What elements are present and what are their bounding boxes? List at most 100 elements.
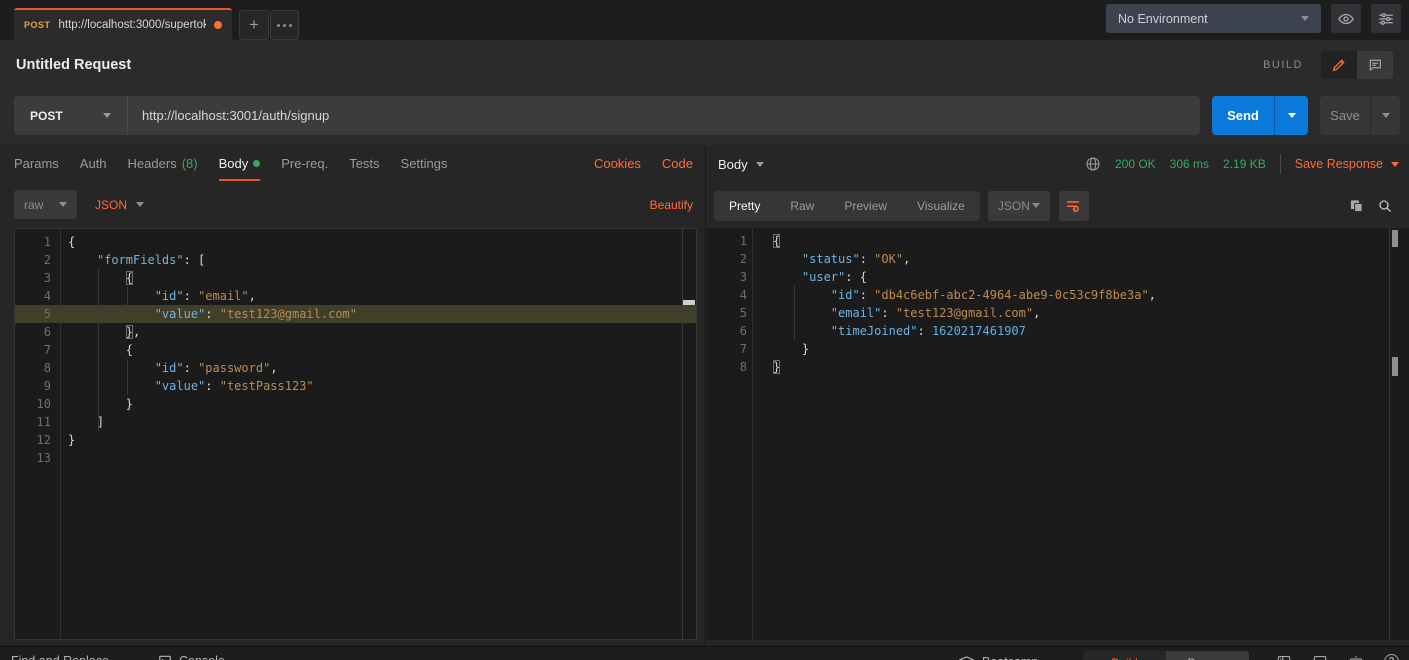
- view-visualize[interactable]: Visualize: [902, 191, 980, 221]
- code-text: "id": "email",: [59, 287, 256, 305]
- scrollbar-thumb[interactable]: [1392, 230, 1398, 247]
- cookies-link[interactable]: Cookies: [594, 156, 641, 171]
- request-title[interactable]: Untitled Request: [16, 57, 131, 73]
- comment-mode-button[interactable]: [1357, 51, 1393, 79]
- save-response-dropdown[interactable]: Save Response: [1295, 157, 1399, 171]
- body-language-dropdown[interactable]: JSON: [95, 198, 144, 212]
- sliders-icon: [1377, 10, 1395, 28]
- response-view-toolbar: Pretty Raw Preview Visualize JSON: [706, 183, 1409, 228]
- cursor-line-marker: [683, 300, 695, 305]
- tab-options-button[interactable]: [270, 10, 299, 40]
- view-raw[interactable]: Raw: [775, 191, 829, 221]
- line-number: 2: [707, 250, 753, 268]
- shortcuts-button[interactable]: [1348, 654, 1364, 660]
- code-line[interactable]: 10 }: [15, 395, 696, 413]
- tab-params[interactable]: Params: [14, 145, 59, 181]
- tab-settings[interactable]: Settings: [401, 145, 448, 181]
- request-body-editor[interactable]: 1{2 "formFields": [3 {4 "id": "email",5 …: [14, 228, 697, 640]
- network-globe-icon[interactable]: [1085, 156, 1101, 172]
- environment-quick-look-button[interactable]: [1331, 4, 1361, 33]
- indent-guide: [127, 287, 128, 323]
- wrap-lines-icon: [1065, 197, 1082, 214]
- send-button-group: Send: [1212, 96, 1308, 135]
- code-line[interactable]: 13: [15, 449, 696, 467]
- editor-scrollbar[interactable]: [682, 229, 696, 639]
- code-line[interactable]: 3 {: [15, 269, 696, 287]
- find-and-replace-button[interactable]: Find and Replace: [11, 654, 109, 660]
- line-number: 7: [15, 341, 59, 359]
- code-text: "id": "password",: [59, 359, 278, 377]
- response-size-badge[interactable]: 2.19 KB: [1223, 157, 1266, 171]
- request-tab[interactable]: POST http://localhost:3000/supertok...: [14, 8, 232, 40]
- code-line[interactable]: 5 "value": "test123@gmail.com": [15, 305, 696, 323]
- view-pretty[interactable]: Pretty: [714, 191, 775, 221]
- body-mode-dropdown[interactable]: raw: [14, 190, 77, 219]
- status-code-badge[interactable]: 200 OK: [1115, 157, 1156, 171]
- search-response-icon[interactable]: [1377, 198, 1393, 214]
- code-line[interactable]: 1{: [707, 232, 1409, 250]
- help-button[interactable]: ?: [1384, 654, 1399, 660]
- url-row: POST http://localhost:3001/auth/signup S…: [0, 90, 1409, 145]
- edit-mode-button[interactable]: [1321, 51, 1357, 79]
- code-text: }: [59, 431, 75, 449]
- response-body-dropdown[interactable]: Body: [718, 157, 764, 172]
- code-line[interactable]: 9 "value": "testPass123": [15, 377, 696, 395]
- tab-body[interactable]: Body: [219, 145, 261, 181]
- tab-auth[interactable]: Auth: [80, 145, 107, 181]
- wrap-lines-button[interactable]: [1059, 191, 1089, 221]
- code-line[interactable]: 11 ]: [15, 413, 696, 431]
- browse-toggle-button[interactable]: Browse: [1166, 651, 1249, 660]
- new-tab-button[interactable]: +: [239, 10, 269, 40]
- environment-settings-button[interactable]: [1371, 4, 1401, 33]
- response-language-dropdown[interactable]: JSON: [988, 191, 1050, 221]
- code-line[interactable]: 8}: [707, 358, 1409, 376]
- line-number: 8: [707, 358, 753, 376]
- code-line[interactable]: 6 "timeJoined": 1620217461907: [707, 322, 1409, 340]
- bootcamp-button[interactable]: Bootcamp: [958, 654, 1038, 660]
- code-line[interactable]: 2 "formFields": [: [15, 251, 696, 269]
- code-line[interactable]: 7 {: [15, 341, 696, 359]
- code-link[interactable]: Code: [662, 156, 693, 171]
- method-selector[interactable]: POST: [14, 96, 128, 135]
- code-line[interactable]: 3 "user": {: [707, 268, 1409, 286]
- tab-pre-request[interactable]: Pre-req.: [281, 145, 328, 181]
- build-toggle-button[interactable]: Build: [1083, 651, 1166, 660]
- tab-tests[interactable]: Tests: [349, 145, 379, 181]
- line-number: 11: [15, 413, 59, 431]
- tab-headers[interactable]: Headers (8): [128, 145, 198, 181]
- line-number: 12: [15, 431, 59, 449]
- response-body-viewer[interactable]: 1{2 "status": "OK",3 "user": {4 "id": "d…: [707, 228, 1409, 640]
- view-preview[interactable]: Preview: [829, 191, 902, 221]
- environment-selector[interactable]: No Environment: [1106, 4, 1321, 33]
- line-number: 4: [707, 286, 753, 304]
- two-pane-view-button[interactable]: [1276, 654, 1292, 660]
- code-line[interactable]: 8 "id": "password",: [15, 359, 696, 377]
- code-line[interactable]: 12}: [15, 431, 696, 449]
- save-button[interactable]: Save: [1320, 96, 1370, 135]
- divider: [1280, 154, 1281, 174]
- code-line[interactable]: 4 "id": "db4c6ebf-abc2-4964-abe9-0c53c9f…: [707, 286, 1409, 304]
- scrollbar-thumb[interactable]: [1392, 357, 1398, 376]
- send-options-button[interactable]: [1274, 96, 1308, 135]
- console-button[interactable]: Console: [158, 654, 225, 660]
- chevron-down-icon: [136, 202, 144, 207]
- code-line[interactable]: 5 "email": "test123@gmail.com",: [707, 304, 1409, 322]
- response-time-badge[interactable]: 306 ms: [1170, 157, 1209, 171]
- url-input[interactable]: http://localhost:3001/auth/signup: [128, 108, 1200, 123]
- response-scrollbar[interactable]: [1389, 228, 1390, 640]
- single-pane-view-button[interactable]: [1312, 654, 1328, 660]
- code-line[interactable]: 2 "status": "OK",: [707, 250, 1409, 268]
- eye-icon: [1337, 10, 1355, 28]
- tab-title: http://localhost:3000/supertok...: [59, 19, 206, 31]
- code-line[interactable]: 7 }: [707, 340, 1409, 358]
- copy-response-icon[interactable]: [1349, 198, 1364, 214]
- code-line[interactable]: 1{: [15, 233, 696, 251]
- send-button[interactable]: Send: [1212, 96, 1274, 135]
- code-text: "formFields": [: [59, 251, 205, 269]
- response-body-label: Body: [718, 157, 748, 172]
- request-response-panes: Params Auth Headers (8) Body Pre-req. Te…: [0, 145, 1409, 646]
- code-line[interactable]: 6 },: [15, 323, 696, 341]
- code-line[interactable]: 4 "id": "email",: [15, 287, 696, 305]
- save-options-button[interactable]: [1370, 96, 1400, 135]
- beautify-link[interactable]: Beautify: [650, 198, 693, 212]
